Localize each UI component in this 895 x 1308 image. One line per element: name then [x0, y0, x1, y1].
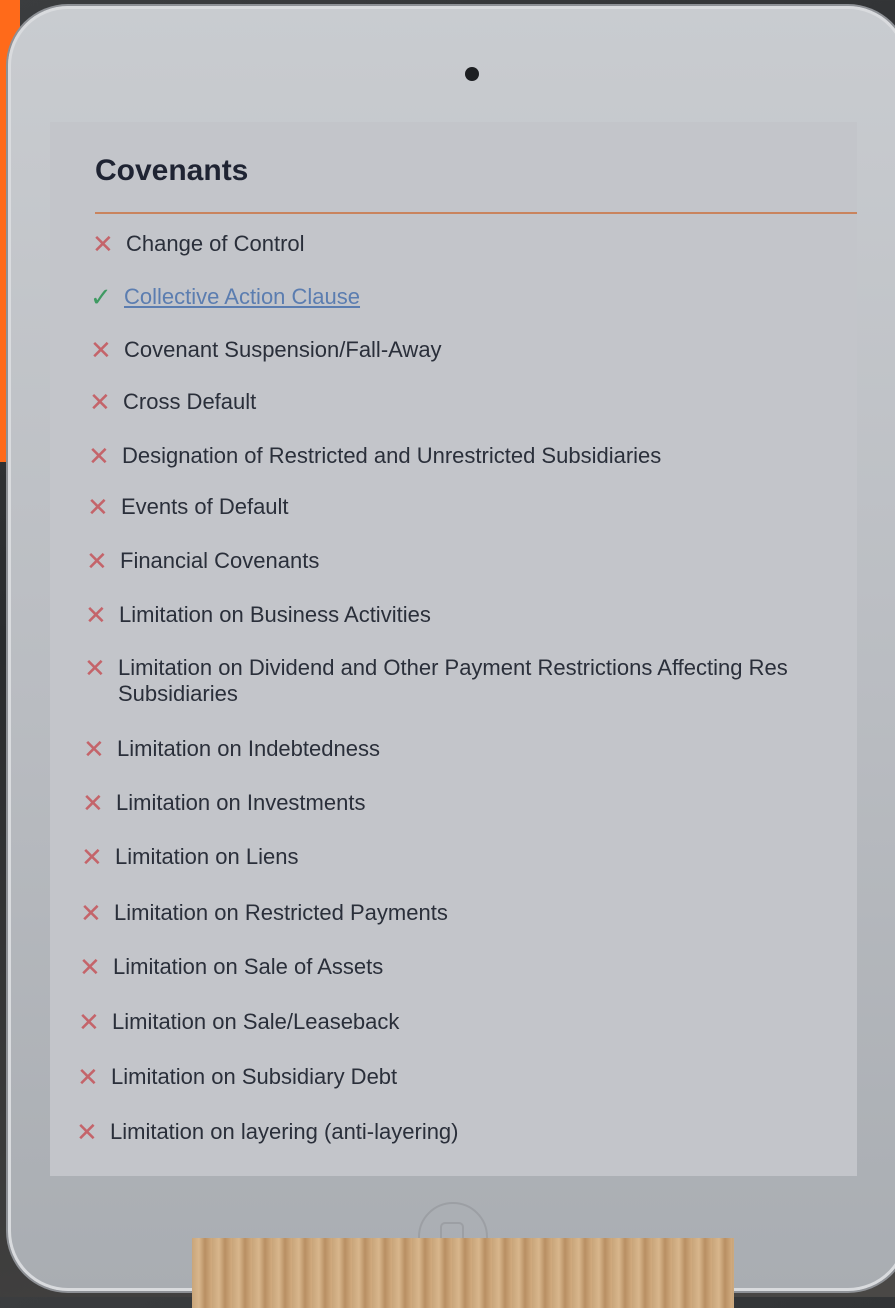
tablet-screen: Covenants ✕ Change of Control ✓ Collecti… [50, 122, 857, 1176]
item-label: Limitation on Sale of Assets [113, 954, 384, 979]
item-label: Events of Default [121, 494, 289, 519]
x-icon: ✕ [78, 1007, 100, 1037]
x-icon: ✕ [82, 788, 104, 818]
item-label: Limitation on Investments [116, 790, 366, 815]
item-label: Limitation on Restricted Payments [114, 900, 448, 925]
item-label: Limitation on Liens [115, 844, 299, 869]
list-item[interactable]: ✓ Collective Action Clause [90, 284, 360, 310]
item-label-line-1: Limitation on Dividend and Other Payment… [118, 655, 788, 680]
x-icon: ✕ [81, 842, 103, 872]
item-label: Limitation on Business Activities [119, 602, 431, 627]
item-label: Limitation on Indebtedness [117, 736, 380, 761]
list-item: ✕ Limitation on Investments [82, 790, 365, 816]
item-label: Financial Covenants [120, 548, 320, 573]
x-icon: ✕ [83, 734, 105, 764]
list-item: ✕ Limitation on Dividend and Other Payme… [84, 655, 788, 707]
item-label: Designation of Restricted and Unrestrict… [122, 443, 662, 468]
item-label: Covenant Suspension/Fall-Away [124, 337, 442, 362]
collective-action-clause-link[interactable]: Collective Action Clause [124, 284, 360, 310]
x-icon: ✕ [92, 229, 114, 259]
x-icon: ✕ [87, 492, 109, 522]
check-icon: ✓ [90, 282, 112, 312]
list-item: ✕ Limitation on layering (anti-layering) [76, 1119, 459, 1145]
x-icon: ✕ [88, 441, 110, 471]
list-item: ✕ Limitation on Business Activities [85, 602, 431, 628]
list-item: ✕ Cross Default [89, 389, 256, 415]
wooden-stand [192, 1238, 734, 1308]
x-icon: ✕ [76, 1117, 98, 1147]
x-icon: ✕ [84, 653, 106, 683]
x-icon: ✕ [77, 1062, 99, 1092]
list-item: ✕ Change of Control [92, 231, 305, 257]
camera-icon [465, 67, 479, 81]
list-item: ✕ Financial Covenants [86, 548, 319, 574]
list-item: ✕ Limitation on Sale/Leaseback [78, 1009, 399, 1035]
item-label: Cross Default [123, 389, 257, 414]
item-label: Limitation on Subsidiary Debt [111, 1064, 398, 1089]
x-icon: ✕ [79, 952, 101, 982]
list-item: ✕ Limitation on Sale of Assets [79, 954, 383, 980]
item-label: Limitation on Sale/Leaseback [112, 1009, 400, 1034]
title-divider [95, 212, 857, 214]
list-item: ✕ Limitation on Indebtedness [83, 736, 380, 762]
x-icon: ✕ [85, 600, 107, 630]
item-label: Limitation on Dividend and Other Payment… [118, 655, 788, 707]
x-icon: ✕ [89, 387, 111, 417]
list-item: ✕ Limitation on Liens [81, 844, 298, 870]
list-item: ✕ Events of Default [87, 494, 289, 520]
list-item: ✕ Limitation on Subsidiary Debt [77, 1064, 397, 1090]
item-label-line-2: Subsidiaries [118, 681, 238, 706]
page-title: Covenants [95, 154, 249, 187]
list-item: ✕ Limitation on Restricted Payments [80, 900, 448, 926]
list-item: ✕ Covenant Suspension/Fall-Away [90, 337, 442, 363]
x-icon: ✕ [80, 898, 102, 928]
x-icon: ✕ [90, 335, 112, 365]
x-icon: ✕ [86, 546, 108, 576]
item-label: Limitation on layering (anti-layering) [110, 1119, 459, 1144]
list-item: ✕ Designation of Restricted and Unrestri… [88, 443, 661, 469]
item-label: Change of Control [126, 231, 305, 256]
